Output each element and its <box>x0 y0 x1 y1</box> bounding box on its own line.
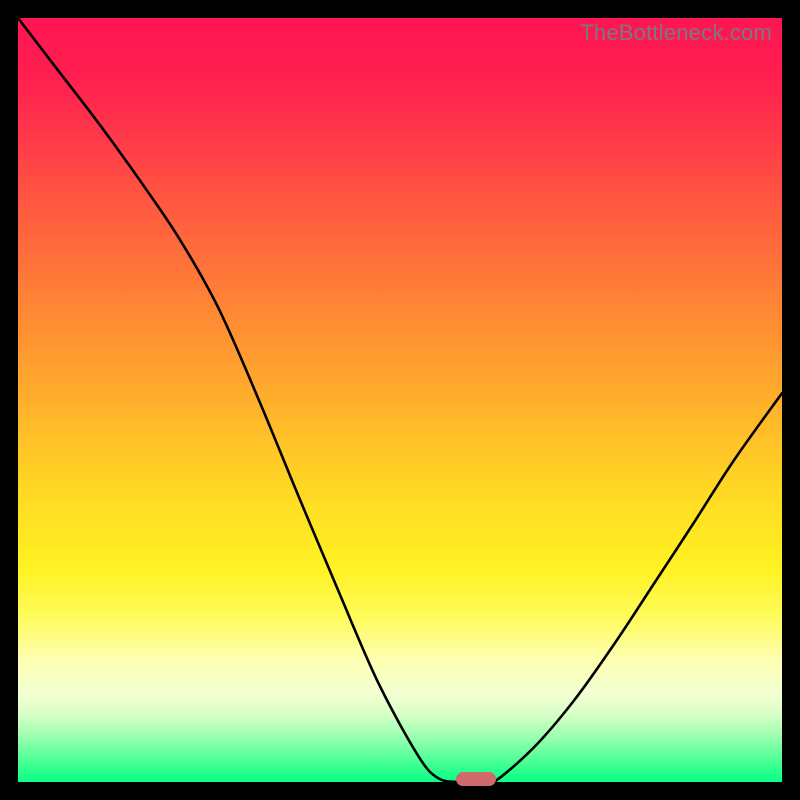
bottleneck-curve <box>18 18 782 782</box>
plot-area: TheBottleneck.com <box>18 18 782 782</box>
watermark-text: TheBottleneck.com <box>580 20 772 46</box>
curve-path <box>18 18 782 782</box>
chart-frame: TheBottleneck.com <box>0 0 800 800</box>
optimal-marker <box>456 772 496 786</box>
